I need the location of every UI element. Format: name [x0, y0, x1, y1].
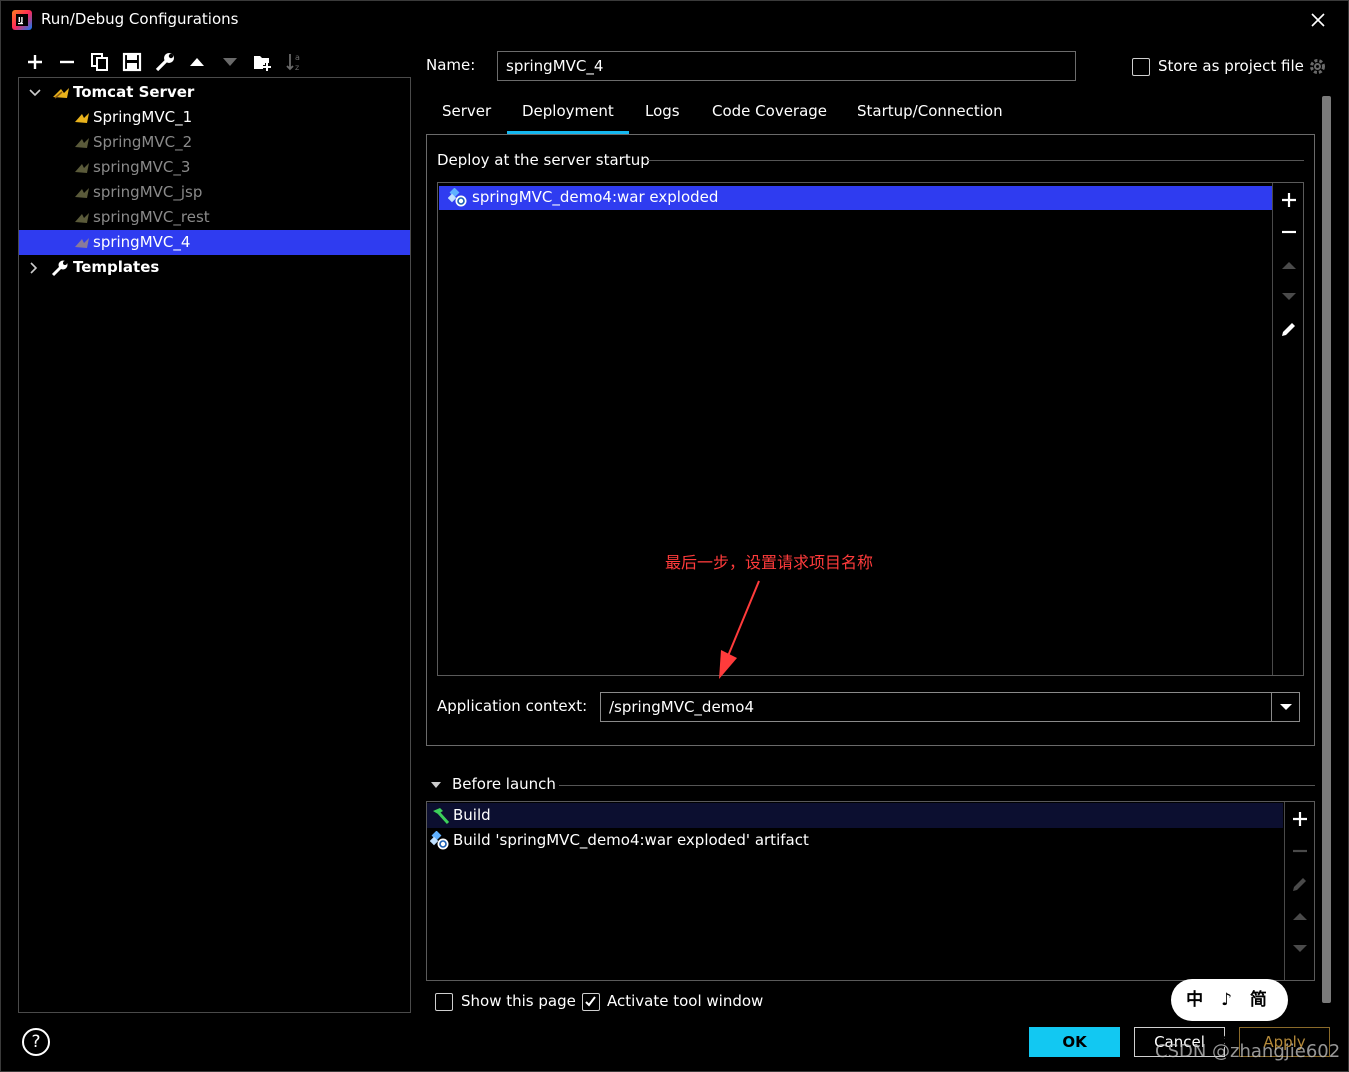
remove-icon[interactable] — [1280, 223, 1298, 241]
checkmark-icon — [585, 996, 596, 1007]
application-context-value[interactable]: /springMVC_demo4 — [609, 698, 754, 716]
artifact-icon — [448, 188, 467, 207]
tree-item[interactable]: SpringMVC_1 — [19, 105, 410, 130]
divider — [1284, 802, 1285, 980]
watermark-text: CSDN @zhangjie602 — [1155, 1041, 1341, 1062]
move-down-icon[interactable] — [1280, 287, 1298, 305]
name-label: Name: — [426, 56, 476, 74]
tree-item[interactable]: springMVC_rest — [19, 205, 410, 230]
tomcat-icon — [53, 88, 69, 99]
sort-icon[interactable]: az — [284, 51, 306, 73]
artifact-icon — [430, 831, 449, 850]
tree-item[interactable]: springMVC_jsp — [19, 180, 410, 205]
name-input[interactable] — [497, 51, 1076, 81]
tomcat-icon — [75, 138, 89, 148]
tree-item-label: springMVC_rest — [93, 208, 210, 226]
activate-tool-window-label: Activate tool window — [607, 992, 764, 1010]
tomcat-icon — [75, 113, 89, 123]
remove-icon[interactable] — [56, 51, 78, 73]
add-icon[interactable] — [1280, 191, 1298, 209]
application-context-combobox[interactable]: /springMVC_demo4 — [600, 692, 1300, 722]
close-icon[interactable] — [1307, 9, 1329, 31]
deploy-artifact-item[interactable]: springMVC_demo4:war exploded — [439, 186, 1272, 210]
tree-group-templates[interactable]: Templates — [19, 255, 410, 280]
configuration-tree: Tomcat Server SpringMVC_1 SpringMVC_2 sp… — [18, 77, 411, 1013]
deploy-artifact-label: springMVC_demo4:war exploded — [472, 188, 719, 206]
wrench-icon[interactable] — [154, 51, 176, 73]
dialog-window: IJ Run/Debug Configurations az Tomcat Se… — [0, 0, 1349, 1072]
move-up-icon[interactable] — [1280, 256, 1298, 274]
tree-group-label: Tomcat Server — [73, 83, 195, 101]
show-this-page-checkbox[interactable] — [435, 993, 453, 1011]
ime-toolbar-badge[interactable]: 中 ♪ 简 ♞ — [1171, 979, 1288, 1052]
before-launch-item[interactable]: Build — [427, 803, 1283, 828]
before-launch-item[interactable]: Build 'springMVC_demo4:war exploded' art… — [427, 828, 1283, 853]
move-down-icon[interactable] — [219, 51, 241, 73]
tree-item-label: SpringMVC_1 — [93, 108, 193, 126]
wrench-icon — [51, 260, 68, 277]
ok-button[interactable]: OK — [1029, 1027, 1120, 1057]
chevron-down-icon[interactable] — [29, 88, 41, 98]
edit-pencil-icon[interactable] — [1280, 320, 1298, 338]
svg-text:z: z — [295, 63, 299, 72]
move-down-icon[interactable] — [1291, 939, 1309, 957]
tree-item-label: springMVC_3 — [93, 158, 191, 176]
tab-startup-connection[interactable]: Startup/Connection — [857, 102, 1003, 132]
show-this-page-label: Show this page — [461, 992, 576, 1010]
intellij-app-icon: IJ — [12, 10, 32, 30]
annotation-text: 最后一步，设置请求项目名称 — [665, 553, 874, 572]
store-as-project-file-label: Store as project file — [1158, 57, 1304, 75]
tab-code-coverage[interactable]: Code Coverage — [712, 102, 827, 132]
application-context-label: Application context: — [437, 697, 588, 715]
tab-server[interactable]: Server — [442, 102, 491, 132]
tree-item[interactable]: springMVC_3 — [19, 155, 410, 180]
activate-tool-window-checkbox[interactable] — [582, 993, 600, 1011]
tomcat-icon — [75, 188, 89, 198]
tab-deployment[interactable]: Deployment — [507, 102, 629, 135]
tree-item-label: springMVC_4 — [93, 233, 191, 251]
tree-group-label: Templates — [73, 258, 160, 276]
tree-item-label: SpringMVC_2 — [93, 133, 193, 151]
tomcat-icon — [75, 163, 89, 173]
before-launch-item-label: Build 'springMVC_demo4:war exploded' art… — [453, 831, 809, 849]
help-button[interactable]: ? — [22, 1028, 50, 1056]
new-folder-icon[interactable] — [252, 51, 274, 73]
gear-icon[interactable] — [1308, 57, 1327, 76]
tab-logs[interactable]: Logs — [645, 102, 680, 132]
move-up-icon[interactable] — [1291, 907, 1309, 925]
save-icon[interactable] — [121, 51, 143, 73]
divider — [1272, 183, 1273, 675]
deploy-artifact-list — [437, 182, 1304, 676]
divider — [559, 785, 1315, 786]
svg-text:IJ: IJ — [18, 16, 23, 24]
svg-text:a: a — [295, 53, 300, 62]
dropdown-arrow-icon[interactable] — [1271, 693, 1299, 721]
edit-pencil-icon[interactable] — [1291, 875, 1309, 893]
tree-group-tomcat[interactable]: Tomcat Server — [19, 80, 410, 105]
divider — [648, 160, 1304, 161]
chevron-right-icon[interactable] — [29, 262, 39, 274]
tree-item-selected[interactable]: springMVC_4 — [19, 230, 410, 255]
add-icon[interactable] — [24, 51, 46, 73]
before-launch-label[interactable]: Before launch — [452, 775, 556, 793]
copy-icon[interactable] — [89, 51, 111, 73]
title-bar: IJ Run/Debug Configurations — [1, 1, 1348, 39]
tree-item[interactable]: SpringMVC_2 — [19, 130, 410, 155]
move-up-icon[interactable] — [186, 51, 208, 73]
vertical-scrollbar[interactable] — [1322, 96, 1331, 1003]
tomcat-icon — [75, 213, 89, 223]
deploy-section-title: Deploy at the server startup — [437, 151, 650, 169]
add-icon[interactable] — [1291, 810, 1309, 828]
before-launch-item-label: Build — [453, 806, 491, 824]
remove-icon[interactable] — [1291, 842, 1309, 860]
hammer-icon — [433, 808, 450, 825]
window-title: Run/Debug Configurations — [41, 10, 239, 28]
collapse-arrow-icon[interactable] — [430, 780, 442, 790]
tomcat-icon — [75, 238, 89, 248]
annotation-arrow — [719, 580, 760, 679]
store-as-project-file-checkbox[interactable] — [1132, 58, 1150, 76]
tree-item-label: springMVC_jsp — [93, 183, 203, 201]
